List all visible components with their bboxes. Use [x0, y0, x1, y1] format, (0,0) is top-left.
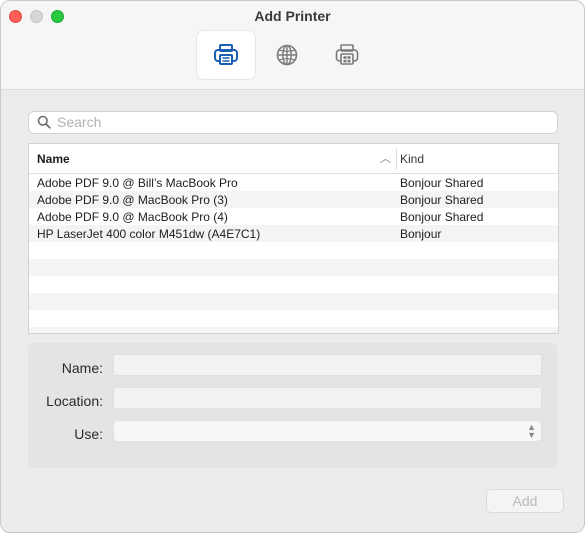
printer-kind-cell: Bonjour Shared: [400, 193, 484, 207]
column-divider[interactable]: [396, 148, 397, 170]
printer-kind-cell: Bonjour Shared: [400, 176, 484, 190]
name-field[interactable]: [113, 354, 542, 376]
search-icon: [37, 115, 51, 129]
table-row[interactable]: Adobe PDF 9.0 @ Bill’s MacBook Pro Bonjo…: [29, 174, 558, 191]
tab-ip-printer[interactable]: [258, 31, 316, 79]
title-bar: Add Printer: [1, 1, 584, 90]
printer-kind-cell: Bonjour: [400, 227, 442, 241]
search-input[interactable]: [57, 113, 547, 131]
empty-row: [29, 276, 558, 293]
empty-row: [29, 310, 558, 327]
printer-icon: [214, 44, 238, 65]
empty-row: [29, 293, 558, 310]
name-label: Name:: [61, 360, 103, 376]
use-select[interactable]: ▲ ▼: [113, 420, 542, 442]
table-row[interactable]: HP LaserJet 400 color M451dw (A4E7C1) Bo…: [29, 225, 558, 242]
printer-details-form: Name: Location: Use: ▲ ▼: [28, 343, 557, 468]
globe-icon: [276, 44, 298, 66]
printer-name-cell: Adobe PDF 9.0 @ MacBook Pro (3): [37, 193, 228, 207]
tab-windows-printer[interactable]: [318, 31, 376, 79]
add-printer-window: Add Printer Search Name ︿ Kind Adobe PDF…: [0, 0, 585, 533]
empty-row: [29, 242, 558, 259]
search-field[interactable]: [28, 111, 558, 134]
location-field[interactable]: [113, 387, 542, 409]
column-header-kind[interactable]: Kind: [400, 152, 424, 166]
printer-name-cell: HP LaserJet 400 color M451dw (A4E7C1): [37, 227, 261, 241]
table-header: Name ︿ Kind: [29, 144, 558, 174]
location-label: Location:: [46, 393, 103, 409]
printer-name-cell: Adobe PDF 9.0 @ MacBook Pro (4): [37, 210, 228, 224]
add-button[interactable]: Add: [486, 489, 564, 513]
tab-default-printer[interactable]: [197, 31, 255, 79]
table-row[interactable]: Adobe PDF 9.0 @ MacBook Pro (3) Bonjour …: [29, 191, 558, 208]
empty-row: [29, 259, 558, 276]
use-label: Use:: [74, 426, 103, 442]
column-header-name[interactable]: Name: [37, 152, 70, 166]
printer-list: Name ︿ Kind Adobe PDF 9.0 @ Bill’s MacBo…: [28, 143, 559, 334]
empty-row: [29, 327, 558, 333]
chevron-updown-icon: ▲ ▼: [527, 422, 536, 440]
sort-ascending-icon[interactable]: ︿: [380, 150, 391, 166]
printer-kind-cell: Bonjour Shared: [400, 210, 484, 224]
table-body: Adobe PDF 9.0 @ Bill’s MacBook Pro Bonjo…: [29, 174, 558, 333]
table-row[interactable]: Adobe PDF 9.0 @ MacBook Pro (4) Bonjour …: [29, 208, 558, 225]
window-title: Add Printer: [254, 8, 331, 24]
printer-name-cell: Adobe PDF 9.0 @ Bill’s MacBook Pro: [37, 176, 238, 190]
windows-printer-icon: [335, 44, 359, 65]
